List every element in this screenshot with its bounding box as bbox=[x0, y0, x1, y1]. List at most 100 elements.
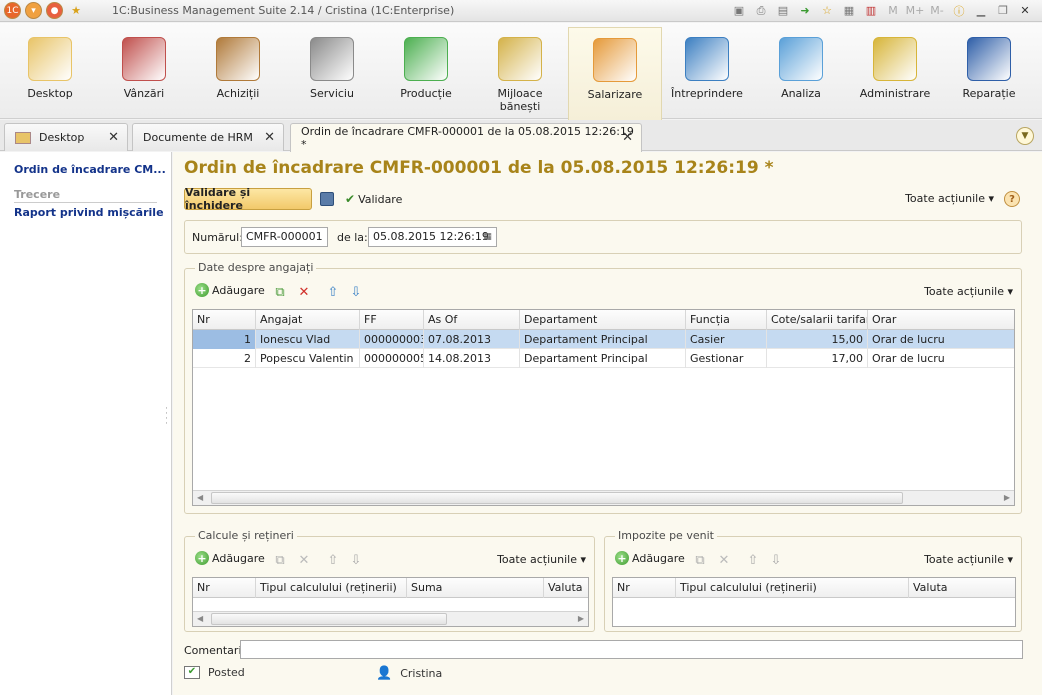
bookmark-icon[interactable]: ☆ bbox=[818, 2, 836, 19]
table-cell[interactable]: 17,00 bbox=[767, 349, 868, 368]
table-cell[interactable]: Orar de lucru bbox=[868, 349, 1014, 368]
minimize-button[interactable]: ▁ bbox=[972, 2, 990, 19]
table-cell[interactable]: 14.08.2013 bbox=[424, 349, 520, 368]
go-icon[interactable]: ➜ bbox=[796, 2, 814, 19]
nav-movement-report-link[interactable]: Raport privind mișcările bbox=[14, 206, 164, 219]
save-icon[interactable]: ▣ bbox=[730, 2, 748, 19]
horizontal-scrollbar[interactable]: ◀ ▶ bbox=[193, 611, 588, 626]
calculations-table[interactable]: Nr Tipul calculului (reținerii) Suma Valuta… bbox=[192, 577, 589, 627]
move-up-icon[interactable]: ⇧ bbox=[745, 552, 761, 568]
copy-icon[interactable]: ⧉ bbox=[692, 552, 708, 568]
splitter-handle[interactable]: · · · · bbox=[165, 405, 168, 429]
section-tools[interactable]: Serviciu bbox=[288, 27, 376, 117]
favorites-star-icon[interactable]: ★ bbox=[67, 2, 85, 19]
column-header[interactable]: Nr bbox=[193, 310, 256, 330]
all-actions-menu[interactable]: Toate acțiunile ▾ bbox=[497, 553, 586, 566]
column-header[interactable]: Cote/salarii tarifare bbox=[767, 310, 868, 330]
table-cell[interactable]: 000000005 bbox=[360, 349, 424, 368]
table-cell[interactable]: Ionescu Vlad bbox=[256, 330, 360, 349]
table-cell[interactable]: Orar de lucru bbox=[868, 330, 1014, 349]
add-button[interactable]: + Adăugare bbox=[195, 283, 265, 297]
tab-desktop[interactable]: Desktop ✕ bbox=[4, 123, 128, 151]
move-down-icon[interactable]: ⇩ bbox=[348, 284, 364, 300]
calculator-icon[interactable]: ▦ bbox=[840, 2, 858, 19]
add-button[interactable]: + Adăugare bbox=[615, 551, 685, 565]
table-cell[interactable]: Departament Principal bbox=[520, 330, 686, 349]
memory-mplus-button[interactable]: M+ bbox=[906, 2, 925, 19]
column-header[interactable]: As Of bbox=[424, 310, 520, 330]
horizontal-scrollbar[interactable]: ◀ ▶ bbox=[193, 490, 1014, 505]
help-icon[interactable]: ? bbox=[1004, 191, 1020, 207]
tab-hiring-order[interactable]: Ordin de încadrare CMFR-000001 de la 05.… bbox=[290, 123, 642, 152]
column-header[interactable]: Nr bbox=[193, 578, 256, 598]
save-button[interactable] bbox=[319, 191, 335, 207]
move-down-icon[interactable]: ⇩ bbox=[348, 552, 364, 568]
delete-icon[interactable]: ✕ bbox=[296, 284, 312, 300]
close-icon[interactable]: ✕ bbox=[622, 130, 633, 145]
all-actions-menu[interactable]: Toate acțiunile ▾ bbox=[905, 192, 994, 205]
date-field[interactable]: 05.08.2015 12:26:19 ▦ bbox=[368, 227, 497, 247]
add-button[interactable]: + Adăugare bbox=[195, 551, 265, 565]
memory-mminus-button[interactable]: M- bbox=[928, 2, 946, 19]
section-factory[interactable]: Producție bbox=[382, 27, 470, 117]
table-cell[interactable]: Casier bbox=[686, 330, 767, 349]
column-header[interactable]: FF bbox=[360, 310, 424, 330]
table-cell[interactable]: 07.08.2013 bbox=[424, 330, 520, 349]
close-icon[interactable]: ✕ bbox=[264, 130, 275, 145]
table-cell[interactable]: 000000003 bbox=[360, 330, 424, 349]
table-cell[interactable]: 1 bbox=[193, 330, 256, 349]
table-cell[interactable]: 15,00 bbox=[767, 330, 868, 349]
delete-icon[interactable]: ✕ bbox=[716, 552, 732, 568]
info-icon[interactable]: ⓘ bbox=[950, 2, 968, 19]
section-boxes[interactable]: Achiziții bbox=[194, 27, 282, 117]
number-field[interactable]: CMFR-000001 bbox=[241, 227, 328, 247]
close-window-button[interactable]: ✕ bbox=[1016, 2, 1034, 19]
section-sales-basket[interactable]: Vânzări bbox=[100, 27, 188, 117]
table-cell[interactable]: Departament Principal bbox=[520, 349, 686, 368]
table-row[interactable]: 1 Ionescu Vlad 000000003 07.08.2013 Departam… bbox=[193, 330, 1014, 349]
print-icon[interactable]: ⎙ bbox=[752, 2, 770, 19]
section-chart[interactable]: Analiza bbox=[757, 27, 845, 117]
column-header[interactable]: Departament bbox=[520, 310, 686, 330]
section-building[interactable]: Întreprindere bbox=[663, 27, 751, 117]
table-row[interactable]: 2 Popescu Valentin 000000005 14.08.2013 Depa… bbox=[193, 349, 1014, 368]
column-header[interactable]: Tipul calculului (reținerii) bbox=[256, 578, 407, 598]
move-up-icon[interactable]: ⇧ bbox=[325, 552, 341, 568]
memory-m-button[interactable]: M bbox=[884, 2, 902, 19]
section-employee[interactable]: Salarizare bbox=[568, 27, 662, 120]
close-icon[interactable]: ✕ bbox=[108, 130, 119, 145]
move-up-icon[interactable]: ⇧ bbox=[325, 284, 341, 300]
copy-icon[interactable]: ⧉ bbox=[272, 284, 288, 300]
column-header[interactable]: Nr bbox=[613, 578, 676, 598]
section-database-monitor[interactable]: Administrare bbox=[851, 27, 939, 117]
all-actions-menu[interactable]: Toate acțiunile ▾ bbox=[924, 285, 1013, 298]
income-tax-table[interactable]: Nr Tipul calculului (reținerii) Valuta bbox=[612, 577, 1016, 627]
table-cell[interactable]: 2 bbox=[193, 349, 256, 368]
section-coins[interactable]: Mijloace bănești bbox=[476, 27, 564, 117]
comment-field[interactable] bbox=[240, 640, 1023, 659]
section-repair[interactable]: Reparație bbox=[945, 27, 1033, 117]
history-icon[interactable]: ● bbox=[46, 2, 63, 19]
nav-current-document[interactable]: Ordin de încadrare CM... bbox=[14, 163, 166, 176]
delete-icon[interactable]: ✕ bbox=[296, 552, 312, 568]
section-desktop[interactable]: Desktop bbox=[6, 27, 94, 117]
table-cell[interactable]: Gestionar bbox=[686, 349, 767, 368]
tab-list-chevron-icon[interactable]: ▼ bbox=[1016, 127, 1034, 145]
column-header[interactable]: Tipul calculului (reținerii) bbox=[676, 578, 909, 598]
restore-button[interactable]: ❐ bbox=[994, 2, 1012, 19]
table-cell[interactable]: Popescu Valentin bbox=[256, 349, 360, 368]
post-and-close-button[interactable]: Validare și închidere bbox=[184, 186, 312, 212]
column-header[interactable]: Funcția bbox=[686, 310, 767, 330]
move-down-icon[interactable]: ⇩ bbox=[768, 552, 784, 568]
column-header[interactable]: Valuta bbox=[544, 578, 588, 598]
column-header[interactable]: Suma bbox=[407, 578, 544, 598]
post-button[interactable]: ✔ Validare bbox=[345, 190, 402, 208]
column-header[interactable]: Angajat bbox=[256, 310, 360, 330]
all-actions-menu[interactable]: Toate acțiunile ▾ bbox=[924, 553, 1013, 566]
employees-table[interactable]: Nr Angajat FF As Of Departament Funcția Cote/s… bbox=[192, 309, 1015, 506]
tab-hrm-documents[interactable]: Documente de HRM ✕ bbox=[132, 123, 284, 151]
column-header[interactable]: Orar bbox=[868, 310, 1014, 330]
calendar-icon[interactable]: ▥ bbox=[862, 2, 880, 19]
calendar-icon[interactable]: ▦ bbox=[480, 229, 495, 245]
column-header[interactable]: Valuta bbox=[909, 578, 1015, 598]
